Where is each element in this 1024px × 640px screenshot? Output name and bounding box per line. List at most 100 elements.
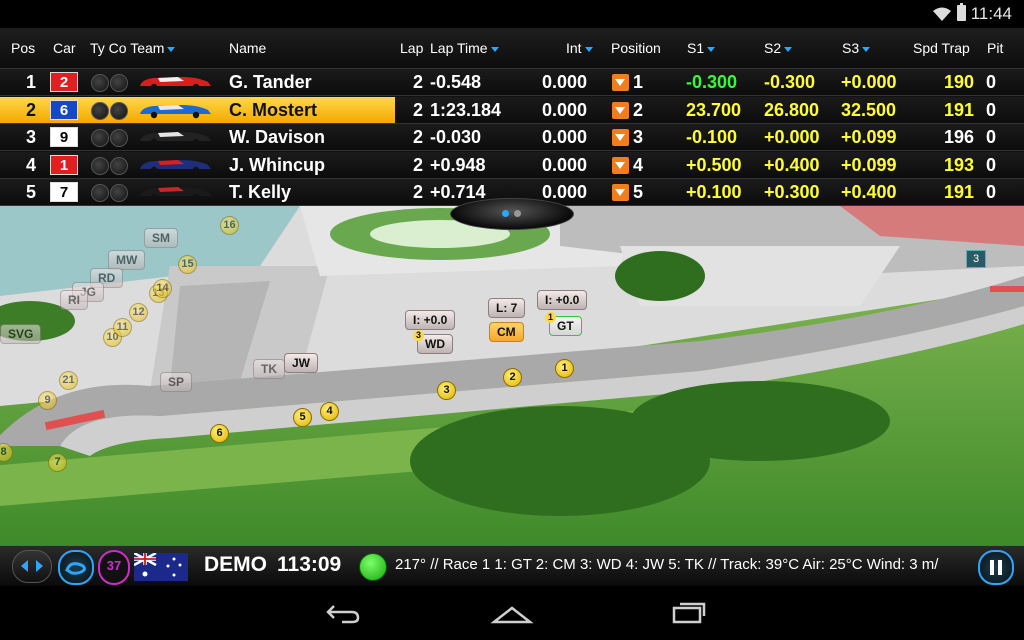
col-spd-trap[interactable]: Spd Trap — [913, 40, 970, 56]
col-s2-label: S2 — [764, 40, 782, 56]
track-map[interactable]: I: +0.0 WD 3 L: 7 CM I: +0.0 GT 1 JW TK SP SM MW RD JG… — [0, 206, 1024, 545]
sector1-time: -0.100 — [686, 127, 738, 147]
car-tag[interactable]: I: +0.0 — [405, 310, 456, 330]
session-label: DEMO — [204, 553, 267, 576]
recent-apps-icon[interactable] — [666, 598, 710, 626]
track-marker: 4 — [320, 402, 339, 421]
car-number: 9 — [50, 127, 78, 147]
col-position[interactable]: Position — [611, 40, 661, 56]
driver-name: W. Davison — [229, 127, 326, 147]
car-tag[interactable]: CM — [489, 322, 524, 342]
track-marker: 3 — [437, 381, 456, 400]
lap-time: -0.548 — [430, 72, 482, 92]
col-s2[interactable]: S2 — [764, 40, 792, 56]
interval: 0.000 — [542, 154, 588, 175]
car-tag[interactable]: L: 7 — [488, 298, 526, 318]
driver-name: C. Mostert — [229, 99, 318, 120]
col-int[interactable]: Int — [566, 40, 593, 56]
track-marker: 1 — [555, 359, 574, 378]
row-pos: 4 — [25, 154, 36, 175]
car-tag[interactable]: SM — [144, 228, 178, 248]
track-marker: 14 — [153, 279, 172, 298]
col-name[interactable]: Name — [229, 40, 266, 56]
position-change-icon — [612, 74, 629, 91]
position-change-icon — [612, 101, 629, 119]
col-s3[interactable]: S3 — [842, 40, 870, 56]
col-lap-time[interactable]: Lap Time — [430, 40, 499, 56]
sector1-time: -0.300 — [686, 72, 738, 92]
car-number: 2 — [50, 72, 78, 92]
speed-trap: 191 — [944, 182, 975, 202]
lap-number: 2 — [413, 154, 424, 175]
pause-icon — [990, 560, 1002, 575]
pit-count: 0 — [986, 127, 997, 147]
car-tag[interactable]: SP — [160, 372, 193, 392]
sector2-time: +0.000 — [764, 127, 820, 147]
timing-table: 1 2 G. Tander 2 -0.548 0.000 1 -0.300 -0.300 +0.0… — [0, 69, 1024, 206]
col-car[interactable]: Car — [53, 40, 76, 56]
col-s1-label: S1 — [687, 40, 705, 56]
track-view-button[interactable] — [58, 550, 94, 585]
track-marker: 16 — [220, 216, 239, 235]
pause-button[interactable] — [978, 550, 1014, 585]
android-nav-bar — [0, 586, 1024, 640]
interval: 0.000 — [542, 182, 588, 202]
control-bar: 37 DEMO 113:09 217° // Race 1 1: GT 2: C… — [0, 545, 1024, 586]
car-tag[interactable]: RI — [60, 290, 88, 310]
timing-row[interactable]: 3 9 W. Davison 2 -0.030 0.000 3 -0.100 +0.000 +0.… — [0, 124, 1024, 151]
speed-trap: 193 — [944, 154, 975, 175]
lap-time: +0.948 — [430, 154, 486, 175]
row-pos: 5 — [25, 182, 36, 202]
position-value: 3 — [633, 127, 644, 147]
car-tag[interactable]: I: +0.0 — [537, 290, 588, 310]
sector3-time: +0.000 — [841, 72, 897, 92]
timing-header: Pos Car Ty Co Team Name Lap Lap Time Int… — [0, 28, 1024, 69]
lap-count-badge[interactable]: 37 — [98, 550, 130, 585]
page-dot-active — [502, 210, 509, 217]
position-value: 4 — [633, 154, 644, 175]
track-marker: 5 — [293, 408, 312, 427]
left-right-arrows-icon — [21, 560, 43, 572]
track-marker: 9 — [38, 391, 57, 410]
rewind-forward-button[interactable] — [12, 550, 52, 583]
car-tag[interactable]: JW — [284, 353, 318, 373]
tyre-indicator-icon — [91, 184, 129, 206]
car-livery-icon — [140, 132, 211, 146]
session-timer: 113:09 — [277, 553, 342, 576]
track-marker: 12 — [129, 303, 148, 322]
sector3-time: +0.400 — [841, 182, 897, 202]
status-clock: 11:44 — [970, 4, 1012, 23]
interval: 0.000 — [542, 127, 588, 147]
timing-row[interactable]: 1 2 G. Tander 2 -0.548 0.000 1 -0.300 -0.300 +0.0… — [0, 69, 1024, 96]
track-marker: 6 — [210, 424, 229, 443]
car-livery-icon — [140, 187, 211, 201]
car-tag[interactable]: TK — [253, 359, 285, 379]
driver-name: G. Tander — [229, 72, 312, 92]
sector2-time: 26.800 — [764, 99, 820, 120]
page-dot — [514, 210, 521, 217]
car-tag[interactable]: WD 3 — [413, 330, 453, 354]
speed-trap: 196 — [944, 127, 975, 147]
col-pit[interactable]: Pit — [987, 40, 1003, 56]
track-marker: 2 — [503, 368, 522, 387]
col-ty-co-team[interactable]: Ty Co Team — [90, 40, 175, 56]
col-int-label: Int — [566, 40, 582, 56]
car-tag[interactable]: GT 1 — [545, 312, 582, 336]
car-tag[interactable]: MW — [108, 250, 146, 270]
sector3-time: 32.500 — [841, 99, 897, 120]
lap-number: 2 — [413, 127, 424, 147]
car-tag[interactable]: SVG — [0, 324, 42, 344]
track-marker: 15 — [178, 255, 197, 274]
col-s1[interactable]: S1 — [687, 40, 715, 56]
timing-row[interactable]: 4 1 J. Whincup 2 +0.948 0.000 4 +0.500 +0.400 +0.… — [0, 151, 1024, 179]
panel-drag-handle[interactable] — [450, 198, 574, 230]
col-pos[interactable]: Pos — [11, 40, 35, 56]
car-livery-icon — [140, 159, 211, 173]
timing-row[interactable]: 2 6 C. Mostert 2 1:23.184 0.000 2 23.700 26.800 3… — [0, 96, 1024, 124]
status-bar: 11:44 — [0, 0, 1024, 28]
row-pos: 2 — [25, 99, 36, 120]
col-lap[interactable]: Lap — [400, 40, 423, 56]
back-icon[interactable] — [318, 598, 362, 626]
home-icon[interactable] — [490, 598, 534, 626]
car-livery-icon — [140, 77, 211, 91]
